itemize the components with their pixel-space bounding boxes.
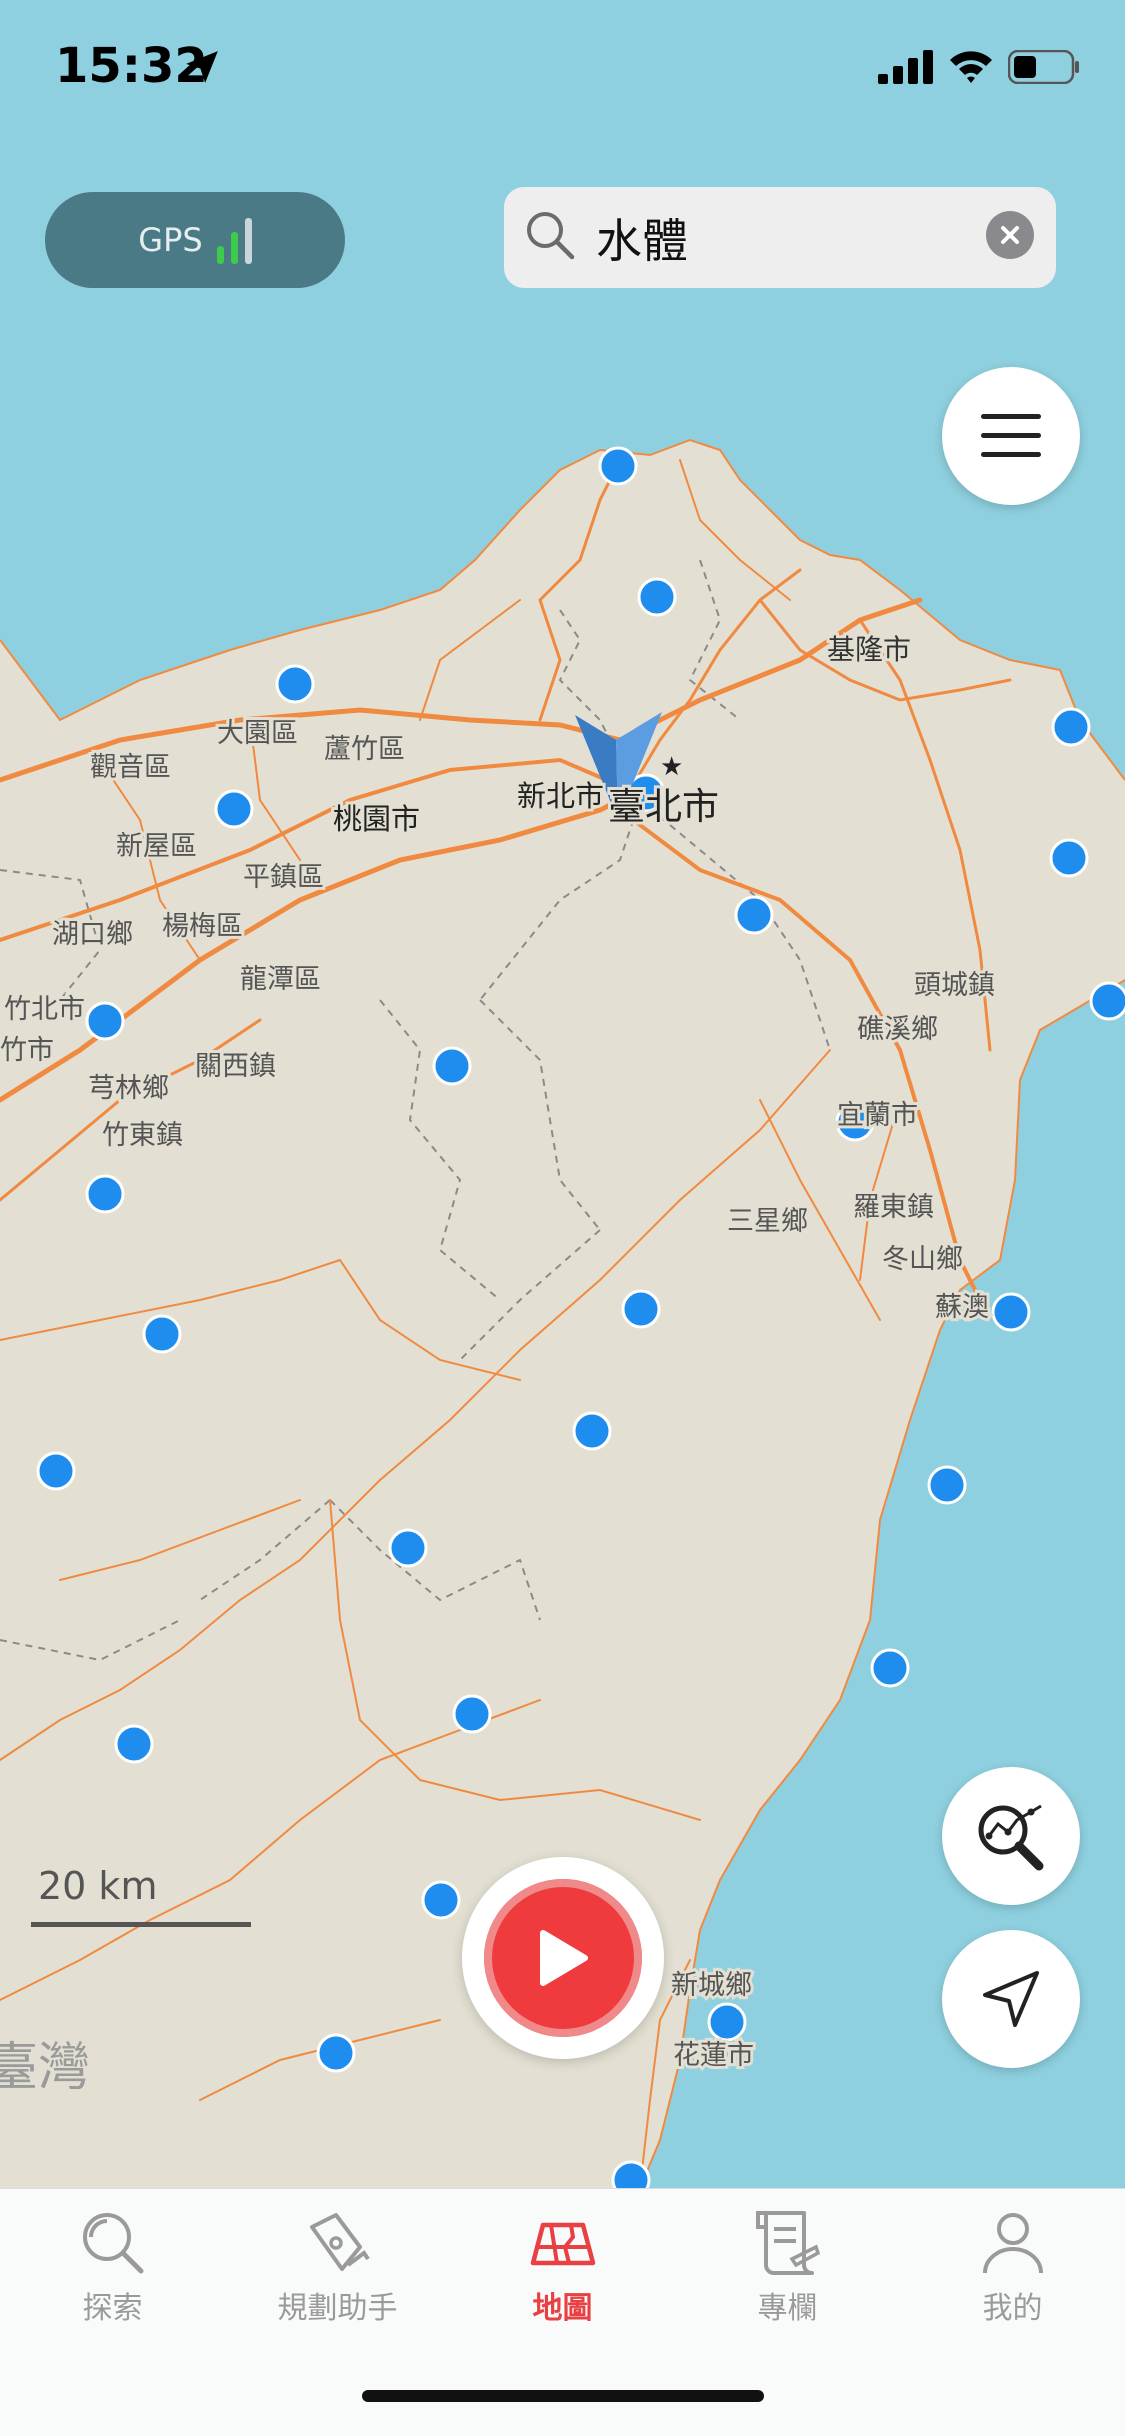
signal-icon bbox=[878, 50, 933, 84]
place-label: 湖口鄉 bbox=[52, 919, 133, 950]
poi-marker[interactable] bbox=[388, 1528, 428, 1568]
place-label: 新城鄉 bbox=[671, 1970, 752, 2001]
search-input[interactable] bbox=[594, 205, 968, 271]
hamburger-menu-icon bbox=[981, 414, 1041, 457]
place-label: 觀音區 bbox=[90, 752, 171, 783]
poi-marker[interactable] bbox=[275, 664, 315, 704]
place-label: 花蓮市 bbox=[673, 2040, 754, 2071]
battery-icon bbox=[1008, 50, 1079, 84]
poi-marker[interactable] bbox=[1051, 707, 1091, 747]
place-label: 芎林鄉 bbox=[88, 1073, 169, 1104]
place-label: 蘆竹區 bbox=[324, 734, 405, 765]
poi-marker[interactable] bbox=[142, 1314, 182, 1354]
poi-marker[interactable] bbox=[572, 1411, 612, 1451]
tab-articles[interactable]: 專欄 bbox=[675, 2207, 900, 2327]
poi-marker[interactable] bbox=[114, 1724, 154, 1764]
scale-bar bbox=[31, 1922, 251, 1927]
poi-marker[interactable] bbox=[452, 1694, 492, 1734]
locate-me-button[interactable] bbox=[942, 1930, 1080, 2068]
close-icon bbox=[1001, 226, 1019, 244]
tab-label: 專欄 bbox=[757, 2291, 818, 2326]
gps-status-pill[interactable]: GPS bbox=[45, 192, 345, 288]
place-label: 宜蘭市 bbox=[837, 1100, 918, 1131]
poi-marker[interactable] bbox=[621, 1289, 661, 1329]
place-label: 臺灣 bbox=[0, 2038, 90, 2098]
place-label: 新屋區 bbox=[116, 831, 197, 862]
poi-marker[interactable] bbox=[927, 1465, 967, 1505]
place-label: 竹東鎮 bbox=[102, 1120, 183, 1151]
place-label: 關西鎮 bbox=[195, 1051, 276, 1082]
menu-button[interactable] bbox=[942, 367, 1080, 505]
place-label: 臺北市 bbox=[608, 785, 719, 828]
search-bar[interactable] bbox=[504, 187, 1056, 288]
article-scroll-icon bbox=[755, 2211, 820, 2275]
poi-marker[interactable] bbox=[316, 2033, 356, 2073]
tab-label: 我的 bbox=[982, 2291, 1043, 2326]
map-screen: ★ 基隆市 大園區 蘆竹區 觀音區 桃園市 新北市 臺北市 新屋區 平鎮區 湖口… bbox=[0, 0, 1125, 2436]
location-arrow-icon bbox=[186, 51, 218, 83]
search-icon bbox=[527, 212, 575, 260]
poi-marker[interactable] bbox=[598, 446, 638, 486]
poi-marker[interactable] bbox=[432, 1046, 472, 1086]
poi-marker[interactable] bbox=[1049, 838, 1089, 878]
profile-icon bbox=[982, 2213, 1043, 2274]
map-scale: 20 km bbox=[31, 1860, 251, 1930]
place-label: 三星鄉 bbox=[727, 1206, 808, 1237]
gps-signal-icon bbox=[216, 216, 252, 264]
poi-marker[interactable] bbox=[870, 1648, 910, 1688]
place-label: 礁溪鄉 bbox=[857, 1014, 938, 1045]
map-icon bbox=[530, 2222, 595, 2266]
pen-plan-icon bbox=[309, 2213, 370, 2271]
clear-search-button[interactable] bbox=[986, 211, 1034, 259]
home-indicator[interactable] bbox=[362, 2390, 764, 2402]
wifi-icon bbox=[950, 51, 992, 83]
poi-marker[interactable] bbox=[637, 577, 677, 617]
gps-label: GPS bbox=[138, 221, 203, 259]
tab-map[interactable]: 地圖 bbox=[450, 2207, 675, 2327]
poi-marker[interactable] bbox=[214, 789, 254, 829]
status-bar: 15:32 bbox=[0, 0, 1125, 135]
route-magnifier-icon bbox=[978, 1804, 1044, 1871]
map-canvas[interactable]: ★ 基隆市 大園區 蘆竹區 觀音區 桃園市 新北市 臺北市 新屋區 平鎮區 湖口… bbox=[0, 0, 1125, 2436]
place-label: 基隆市 bbox=[827, 633, 911, 666]
play-icon bbox=[540, 1930, 588, 1986]
record-button[interactable] bbox=[462, 1857, 664, 2059]
capital-star-icon: ★ bbox=[660, 752, 683, 782]
scale-label: 20 km bbox=[38, 1864, 158, 1908]
poi-marker[interactable] bbox=[421, 1880, 461, 1920]
place-label: 楊梅區 bbox=[162, 911, 243, 942]
tab-profile[interactable]: 我的 bbox=[900, 2207, 1125, 2327]
place-label: 龍潭區 bbox=[240, 964, 321, 995]
place-label: 冬山鄉 bbox=[882, 1244, 963, 1275]
place-label: 桃園市 bbox=[333, 802, 420, 836]
navigation-arrow-icon bbox=[983, 1971, 1039, 2027]
place-label: 大園區 bbox=[217, 718, 298, 749]
poi-marker[interactable] bbox=[36, 1451, 76, 1491]
place-label: 頭城鎮 bbox=[914, 970, 995, 1001]
tab-explore[interactable]: 探索 bbox=[0, 2207, 225, 2327]
poi-marker[interactable] bbox=[991, 1292, 1031, 1332]
place-label: 新北市 bbox=[517, 779, 604, 813]
poi-marker[interactable] bbox=[707, 2002, 747, 2042]
place-label: 蘇澳 bbox=[935, 1292, 989, 1323]
place-label: 竹市 bbox=[0, 1035, 54, 1066]
record-button-inner bbox=[484, 1879, 642, 2037]
poi-marker[interactable] bbox=[1089, 981, 1125, 1021]
poi-marker[interactable] bbox=[85, 1001, 125, 1041]
place-label: 平鎮區 bbox=[243, 862, 324, 893]
route-search-button[interactable] bbox=[942, 1767, 1080, 1905]
tab-planner[interactable]: 規劃助手 bbox=[225, 2207, 450, 2327]
poi-marker[interactable] bbox=[734, 895, 774, 935]
tab-label: 規劃助手 bbox=[277, 2291, 398, 2326]
place-label: 羅東鎮 bbox=[853, 1192, 934, 1223]
explore-search-icon bbox=[82, 2213, 143, 2274]
tab-label: 探索 bbox=[82, 2291, 143, 2326]
place-label: 竹北市 bbox=[4, 994, 85, 1025]
tab-label: 地圖 bbox=[532, 2291, 593, 2326]
poi-marker[interactable] bbox=[85, 1174, 125, 1214]
